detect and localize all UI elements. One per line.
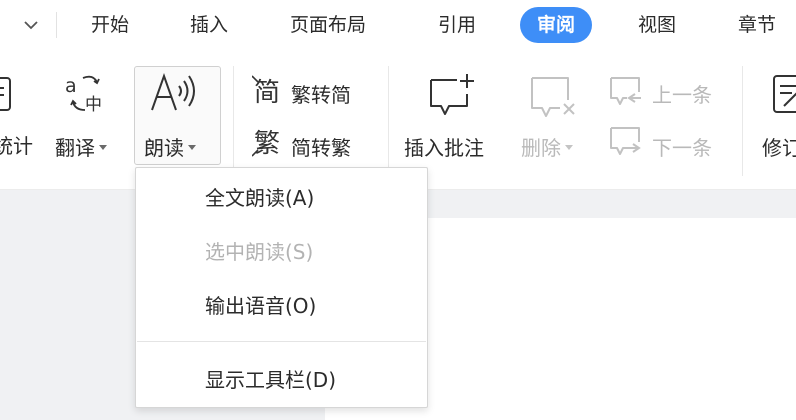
ribbon-tab-bar: 开始 插入 页面布局 引用 审阅 视图 章节 (0, 0, 796, 52)
trad-to-simp-label: 繁转简 (291, 83, 351, 107)
translate-icon: a 中 (63, 72, 109, 114)
delete-comment-label: 删除 (521, 132, 573, 161)
word-count-label: 统计 (0, 134, 33, 158)
tab-home[interactable]: 开始 (91, 6, 129, 44)
tab-divider (56, 12, 57, 38)
translate-label: 翻译 (55, 132, 107, 161)
menu-divider (137, 341, 426, 342)
menu-item-show-toolbar[interactable]: 显示工具栏(D) (136, 356, 427, 402)
group-divider (742, 66, 743, 176)
svg-text:繁: 繁 (254, 129, 280, 159)
dropdown-caret-icon (565, 145, 573, 150)
simp-to-trad-label: 简转繁 (291, 136, 351, 160)
tab-references[interactable]: 引用 (438, 6, 476, 44)
tab-view[interactable]: 视图 (638, 6, 676, 44)
tab-review[interactable]: 审阅 (520, 7, 593, 43)
delete-comment-icon (530, 76, 582, 120)
group-divider (388, 66, 389, 176)
read-aloud-menu: 全文朗读(A) 选中朗读(S) 输出语音(O) 显示工具栏(D) (135, 167, 428, 408)
statistics-icon (0, 74, 14, 114)
tab-section[interactable]: 章节 (738, 6, 776, 44)
chevron-down-icon (23, 20, 39, 30)
tab-insert[interactable]: 插入 (190, 6, 228, 44)
previous-comment-label: 上一条 (652, 83, 712, 107)
tab-page-layout[interactable]: 页面布局 (290, 6, 366, 44)
menu-item-read-full-text[interactable]: 全文朗读(A) (136, 174, 427, 220)
quick-access-dropdown[interactable] (12, 12, 50, 38)
track-changes-label: 修订 (762, 136, 796, 160)
simp-to-trad-icon: 繁 (252, 124, 286, 160)
svg-text:中: 中 (85, 95, 102, 114)
group-divider (233, 66, 234, 176)
next-comment-label: 下一条 (652, 136, 712, 160)
dropdown-caret-icon (99, 145, 107, 150)
read-aloud-label: 朗读 (144, 132, 196, 161)
svg-text:a: a (65, 75, 77, 97)
next-comment-icon (609, 126, 643, 158)
menu-item-export-audio[interactable]: 输出语音(O) (136, 282, 427, 328)
dropdown-caret-icon (188, 145, 196, 150)
previous-comment-icon (609, 76, 643, 108)
track-changes-icon (772, 74, 796, 116)
read-aloud-icon (148, 70, 208, 118)
trad-to-simp-icon: 简 (252, 74, 286, 108)
svg-text:简: 简 (254, 78, 280, 108)
add-comment-icon (427, 72, 477, 118)
insert-comment-label: 插入批注 (404, 136, 484, 160)
menu-item-read-selection[interactable]: 选中朗读(S) (136, 228, 427, 274)
